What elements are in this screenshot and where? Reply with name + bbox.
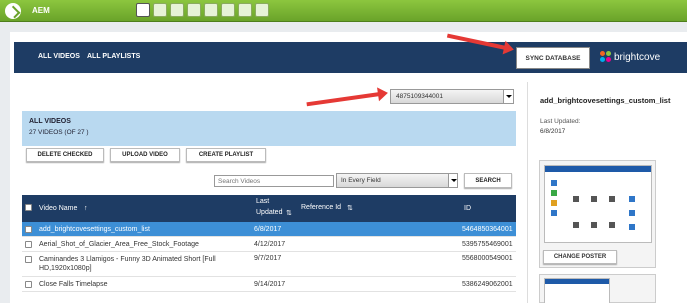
col-video-name[interactable]: Video Name [39, 205, 77, 212]
table-header: Video Name ↑ Last Updated ⇅ Reference Id… [22, 195, 516, 222]
search-field-select[interactable]: In Every Field [336, 173, 458, 188]
row-name[interactable]: add_brightcovesettings_custom_list [39, 226, 150, 233]
account-select-value: 4875109344001 [396, 93, 443, 100]
table-row[interactable]: Close Falls Timelapse 9/14/2017 53862490… [22, 277, 516, 292]
top-bar: AEM [0, 0, 687, 22]
row-updated: 6/8/2017 [254, 226, 282, 233]
summary-count: 27 VIDEOS (OF 27 ) [29, 129, 89, 136]
picture-icon[interactable] [170, 3, 184, 17]
tag-icon[interactable] [255, 3, 269, 17]
row-id: 5464850364001 [462, 226, 513, 233]
sort-icon[interactable]: ⇅ [286, 209, 292, 217]
landscape-icon[interactable] [204, 3, 218, 17]
row-name[interactable]: Caminandes 3 Llamigos - Funny 3D Animate… [39, 255, 269, 273]
tab-all-videos[interactable]: ALL VIDEOS [38, 53, 80, 60]
table-row[interactable]: add_brightcovesettings_custom_list 6/8/2… [22, 222, 516, 237]
image-icon[interactable] [153, 3, 167, 17]
summary-title: ALL VIDEOS [29, 118, 71, 125]
change-poster-button[interactable]: CHANGE POSTER [543, 250, 617, 264]
row-checkbox[interactable] [25, 256, 32, 263]
search-input[interactable] [214, 175, 334, 187]
map-icon[interactable] [238, 3, 252, 17]
row-name[interactable]: Aerial_Shot_of_Glacier_Area_Free_Stock_F… [39, 241, 199, 248]
check-logo-icon[interactable] [5, 3, 21, 19]
col-reference-id[interactable]: Reference Id [301, 204, 341, 211]
last-updated-label: Last Updated: [540, 118, 581, 125]
all-videos-summary: ALL VIDEOS 27 VIDEOS (OF 27 ) [22, 111, 516, 146]
row-id: 5568000549001 [462, 255, 513, 262]
chevron-down-icon[interactable] [503, 90, 513, 103]
row-checkbox[interactable] [25, 281, 32, 288]
row-updated: 9/14/2017 [254, 281, 286, 288]
select-all-checkbox[interactable] [25, 204, 32, 211]
videos-table: Video Name ↑ Last Updated ⇅ Reference Id… [22, 195, 516, 292]
search-field-value: In Every Field [341, 177, 381, 184]
detail-title: add_brightcovesettings_custom_list [540, 96, 671, 105]
brightcove-wordmark: brightcove [614, 51, 661, 63]
sort-icon[interactable]: ⇅ [347, 204, 353, 212]
row-updated: 9/7/2017 [254, 255, 282, 262]
tab-all-playlists[interactable]: ALL PLAYLISTS [87, 53, 140, 60]
row-id: 5386249062001 [462, 281, 513, 288]
upload-video-button[interactable]: UPLOAD VIDEO [110, 148, 180, 162]
delete-checked-button[interactable]: DELETE CHECKED [26, 148, 104, 162]
table-row[interactable]: Caminandes 3 Llamigos - Funny 3D Animate… [22, 252, 516, 277]
brightcove-mark-icon [600, 51, 612, 63]
sort-up-icon[interactable]: ↑ [84, 205, 88, 212]
col-id[interactable]: ID [464, 205, 471, 212]
pointer-icon[interactable] [136, 3, 150, 17]
thumbnail-preview [539, 274, 656, 303]
row-name[interactable]: Close Falls Timelapse [39, 281, 107, 288]
photo-icon[interactable] [187, 3, 201, 17]
poster-image [544, 165, 652, 243]
sync-database-button[interactable]: SYNC DATABASE [516, 47, 590, 69]
gallery-icon[interactable] [221, 3, 235, 17]
account-select[interactable]: 4875109344001 [390, 89, 514, 104]
thumbnail-image [544, 278, 610, 303]
search-button[interactable]: SEARCH [464, 173, 512, 188]
col-last-updated-line1[interactable]: Last [256, 198, 269, 205]
row-checkbox[interactable] [25, 226, 32, 233]
row-id: 5395755469001 [462, 241, 513, 248]
row-checkbox[interactable] [25, 241, 32, 248]
create-playlist-button[interactable]: CREATE PLAYLIST [186, 148, 266, 162]
last-updated-value: 6/8/2017 [540, 128, 566, 135]
row-updated: 4/12/2017 [254, 241, 286, 248]
app-title: AEM [32, 6, 50, 15]
col-last-updated-line2[interactable]: Updated [256, 209, 282, 216]
toolbar-icons [136, 3, 269, 17]
brightcove-logo: brightcove [600, 47, 660, 67]
table-row[interactable]: Aerial_Shot_of_Glacier_Area_Free_Stock_F… [22, 237, 516, 252]
chevron-down-icon[interactable] [448, 174, 457, 187]
